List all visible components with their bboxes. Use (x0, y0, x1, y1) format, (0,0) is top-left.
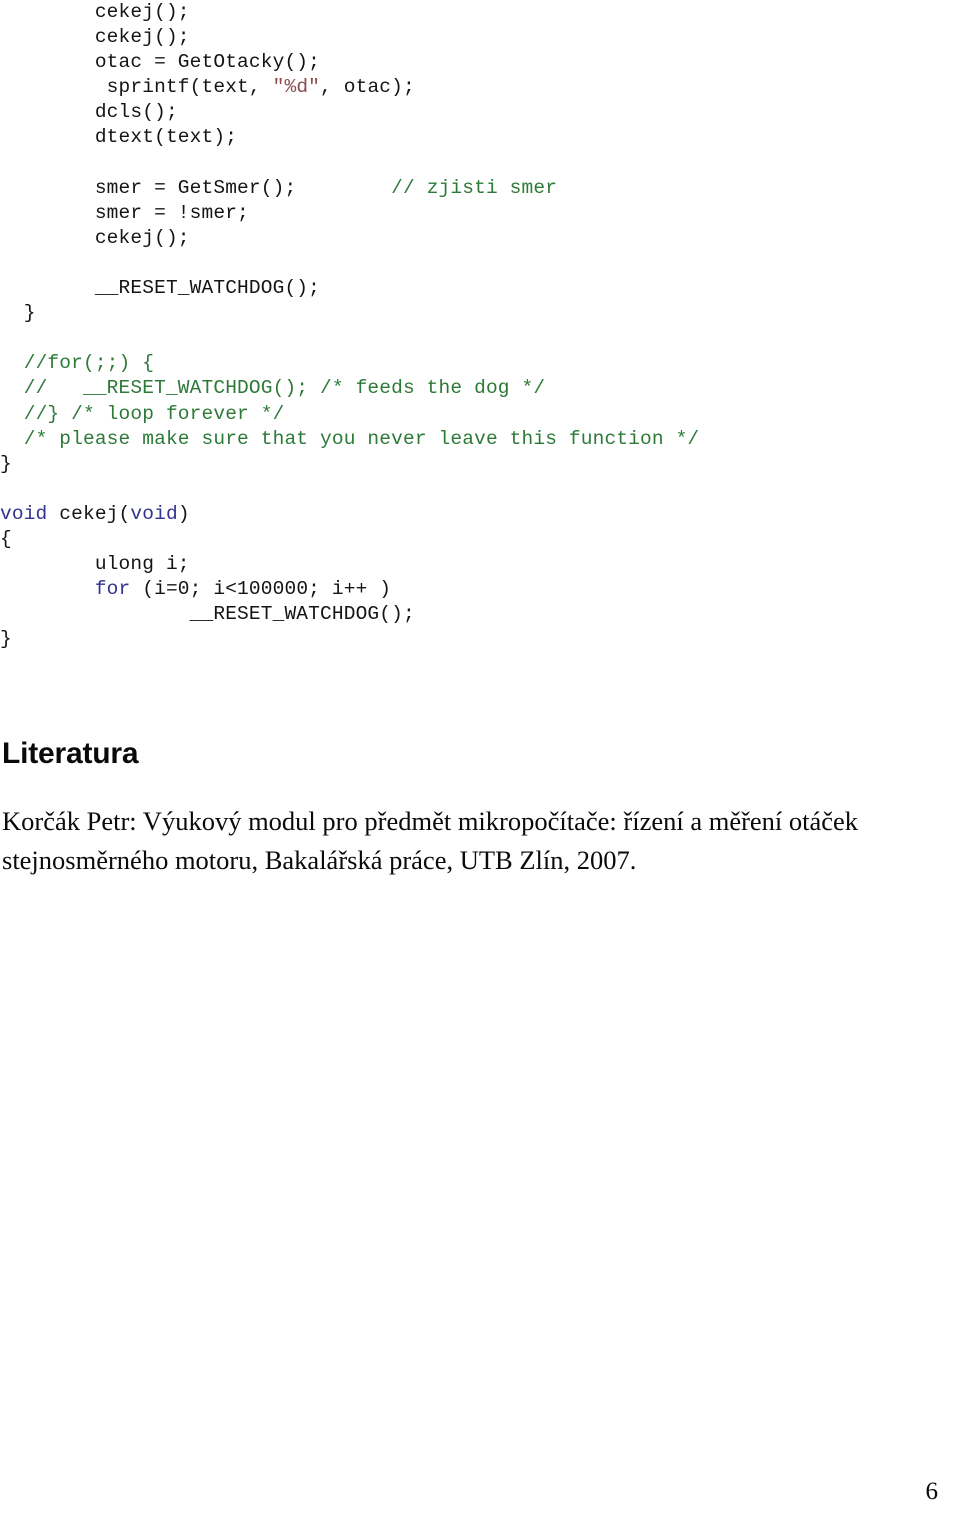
code-line: smer = GetSmer(); // zjisti smer (0, 176, 940, 201)
code-line: //} /* loop forever */ (0, 402, 940, 427)
code-token-keyword: void (0, 502, 48, 525)
code-line: smer = !smer; (0, 201, 940, 226)
code-token-keyword: void (130, 502, 178, 525)
code-line: /* please make sure that you never leave… (0, 427, 940, 452)
code-token-plain: cekej(); (94, 26, 190, 49)
code-token-plain: cekej(); (94, 226, 190, 249)
code-token-brace: { (0, 527, 12, 550)
citation-line: Korčák Petr: Výukový modul pro předmět m… (2, 806, 859, 836)
citation-line: stejnosměrného motoru, Bakalářská práce,… (2, 845, 637, 875)
code-token-comment: // __RESET_WATCHDOG(); /* feeds the dog … (23, 377, 546, 400)
code-line: // __RESET_WATCHDOG(); /* feeds the dog … (0, 376, 940, 401)
code-token-plain: ) (177, 502, 190, 525)
code-token-plain: dcls(); (94, 101, 178, 124)
code-token-plain: __RESET_WATCHDOG(); (94, 277, 321, 300)
code-line: for (i=0; i<100000; i++ ) (0, 577, 940, 602)
code-token-comment: //} /* loop forever */ (23, 402, 285, 425)
code-listing: cekej(); cekej(); otac = GetOtacky(); sp… (0, 0, 940, 652)
code-token-plain: dtext(text); (94, 126, 238, 149)
code-line: } (0, 301, 940, 326)
code-token-plain: cekej( (47, 502, 131, 525)
code-token-plain: smer = !smer; (94, 201, 249, 224)
section-heading-literatura: Literatura (2, 737, 139, 770)
code-token-plain: cekej(); (94, 1, 190, 23)
document-page: cekej(); cekej(); otac = GetOtacky(); sp… (0, 0, 960, 1522)
bibliography-citation: Korčák Petr: Výukový modul pro předmět m… (2, 802, 862, 880)
code-token-plain: (i=0; i<100000; i++ ) (130, 578, 392, 601)
code-token-brace: } (0, 452, 12, 475)
code-token-plain: __RESET_WATCHDOG(); (189, 603, 415, 626)
code-line: cekej(); (0, 0, 940, 25)
code-token-plain: , otac); (320, 76, 415, 99)
code-line: cekej(); (0, 25, 940, 50)
code-token-brace: } (0, 628, 12, 651)
page-number: 6 (925, 1478, 939, 1505)
code-token-plain: sprintf(text, (106, 76, 273, 99)
code-token-plain: smer = GetSmer(); (94, 176, 392, 199)
code-token-keyword: for (94, 578, 131, 601)
code-token-brace: } (23, 302, 36, 325)
code-line: ulong i; (0, 552, 940, 577)
code-line: sprintf(text, "%d", otac); (0, 75, 940, 100)
code-token-comment: /* please make sure that you never leave… (23, 427, 700, 450)
code-line: dcls(); (0, 100, 940, 125)
code-line: __RESET_WATCHDOG(); (0, 602, 940, 627)
code-token-comment: // zjisti smer (391, 176, 558, 199)
code-line: } (0, 452, 940, 477)
code-line: dtext(text); (0, 125, 940, 150)
code-token-string: "%d" (272, 76, 321, 99)
code-line: __RESET_WATCHDOG(); (0, 276, 940, 301)
code-token-comment: //for(;;) { (23, 352, 155, 375)
code-token-plain: otac = GetOtacky(); (94, 51, 321, 74)
code-line: { (0, 527, 940, 552)
code-line: } (0, 627, 940, 652)
code-line: otac = GetOtacky(); (0, 50, 940, 75)
code-token-plain: ulong i; (94, 553, 190, 576)
code-line: //for(;;) { (0, 351, 940, 376)
code-line: cekej(); (0, 226, 940, 251)
code-line: void cekej(void) (0, 502, 940, 527)
